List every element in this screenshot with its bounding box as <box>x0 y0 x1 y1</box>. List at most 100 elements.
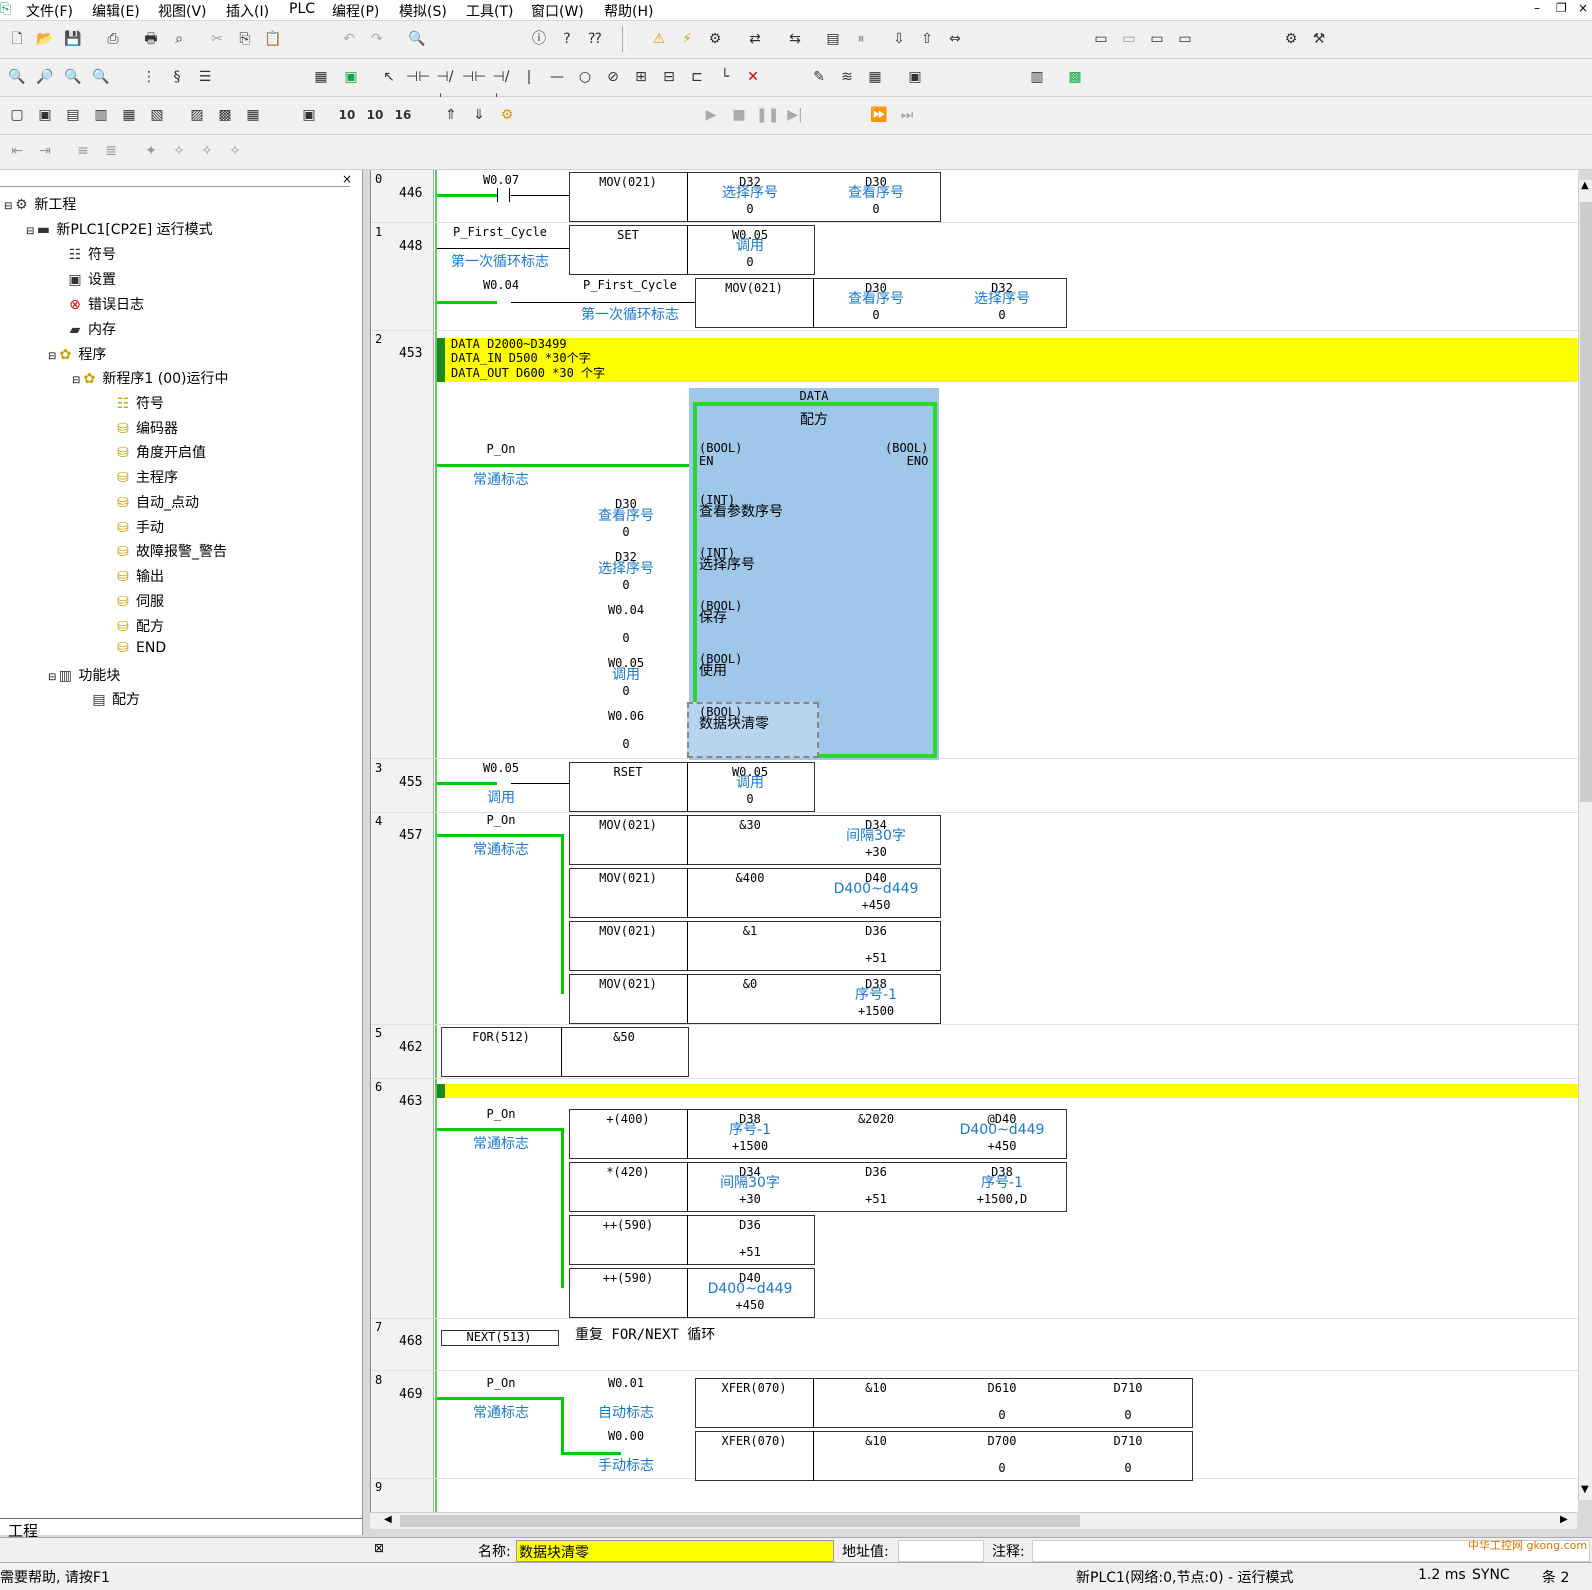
zoom-out-icon[interactable]: 🔍 <box>90 66 112 88</box>
vertical-line-icon[interactable]: | <box>518 66 540 88</box>
coil-icon[interactable]: ○ <box>574 66 596 88</box>
list-icon[interactable]: ☰ <box>194 66 216 88</box>
function-block-instance[interactable]: DATA 配方 (BOOL) EN (BOOL) ENO (INT) 查看参数序号 … <box>687 388 939 760</box>
pause-sim-icon[interactable]: ❚❚ <box>756 104 779 126</box>
line-end-icon[interactable]: └ <box>714 66 736 88</box>
indent-icon[interactable]: ⇤ <box>6 140 28 162</box>
pause-icon[interactable]: ⏸ <box>850 28 872 50</box>
global-symbols-icon[interactable]: ▩ <box>214 104 236 126</box>
help-icon[interactable]: ? <box>556 28 578 50</box>
print-preview-icon[interactable]: ⎙ <box>102 28 124 50</box>
layers-icon[interactable]: ≋ <box>836 66 858 88</box>
symbol-icon[interactable]: § <box>166 66 188 88</box>
save-icon[interactable]: 💾 <box>62 28 84 50</box>
print-icon[interactable]: 🖶 <box>140 28 162 50</box>
settings-icon[interactable]: ⚙ <box>1280 28 1302 50</box>
hex-icon[interactable]: 16 <box>392 104 414 126</box>
calendar-icon[interactable]: ▦ <box>864 66 886 88</box>
tree-section[interactable]: ☷ 符号 <box>114 393 164 413</box>
tree-section[interactable]: ⛁ 故障报警_警告 <box>114 541 227 561</box>
run-icon[interactable]: ▶ <box>700 104 722 126</box>
align-icon[interactable]: ≡ <box>72 140 94 162</box>
undo-icon[interactable]: ↶ <box>338 28 360 50</box>
scroll-left-icon[interactable]: ◀ <box>384 1514 392 1525</box>
horizontal-line-icon[interactable]: — <box>546 66 568 88</box>
bookmark-prev-icon[interactable]: ✧ <box>196 140 218 162</box>
scroll-thumb[interactable] <box>400 1515 1080 1527</box>
close-icon[interactable]: ⊠ <box>374 1541 384 1555</box>
menu-simulate[interactable]: 模拟(S) <box>399 1 447 21</box>
menu-plc[interactable]: PLC <box>289 1 315 17</box>
menu-file[interactable]: 文件(F) <box>26 1 73 21</box>
compare-icon[interactable]: ⇔ <box>944 28 966 50</box>
scroll-down-icon[interactable]: ▼ <box>1581 1484 1589 1495</box>
contact[interactable] <box>509 188 510 202</box>
error-check-icon[interactable]: ⚡ <box>676 28 698 50</box>
transfer-icon[interactable]: ⇆ <box>784 28 806 50</box>
align2-icon[interactable]: ≣ <box>100 140 122 162</box>
watch-window-icon[interactable]: ▤ <box>62 104 84 126</box>
find-icon[interactable]: 🔍 <box>406 28 428 50</box>
grid-icon[interactable]: ⋮ <box>138 66 160 88</box>
close-icon[interactable]: × <box>1578 1 1588 15</box>
menu-help[interactable]: 帮助(H) <box>604 1 653 21</box>
compile-icon[interactable]: ⚙ <box>704 28 726 50</box>
decimal-icon[interactable]: 10 <box>336 104 358 126</box>
new-icon[interactable]: 🗋 <box>6 28 28 50</box>
minimize-icon[interactable]: – <box>1534 1 1540 15</box>
transfer-to-plc-icon[interactable]: ⇑ <box>440 104 462 126</box>
tree-close-icon[interactable]: × <box>342 172 352 186</box>
tree-memory[interactable]: ▰ 内存 <box>66 319 116 339</box>
scroll-right-icon[interactable]: ▶ <box>1560 1514 1568 1525</box>
vertical-scrollbar[interactable]: ▲ ▼ <box>1578 180 1592 1500</box>
tree-section[interactable]: ⛁ 自动_点动 <box>114 492 199 512</box>
menu-insert[interactable]: 插入(I) <box>226 1 269 21</box>
mode-debug-icon[interactable]: ▭ <box>1118 28 1140 50</box>
warning-icon[interactable]: ⚠ <box>648 28 670 50</box>
address-ref-icon[interactable]: ▦ <box>118 104 140 126</box>
tree-section[interactable]: ⛁ 编码器 <box>114 418 178 438</box>
output-window-icon[interactable]: ▣ <box>34 104 56 126</box>
scroll-thumb[interactable] <box>1580 202 1592 802</box>
tree-section[interactable]: ⛁ 主程序 <box>114 467 178 487</box>
data-trace-icon[interactable]: ▩ <box>1064 66 1086 88</box>
contact-or-nc-icon[interactable]: ⊣/⊢ <box>490 66 512 107</box>
tree-section[interactable]: ⛁ 角度开启值 <box>114 442 206 462</box>
monitor-icon[interactable]: ▤ <box>822 28 844 50</box>
coil-nc-icon[interactable]: ⊘ <box>602 66 624 88</box>
address-field[interactable] <box>898 1540 984 1562</box>
signed-decimal-icon[interactable]: 10 <box>364 104 386 126</box>
mode-run-icon[interactable]: ▭ <box>1174 28 1196 50</box>
contact-nc-icon[interactable]: ⊣/⊢ <box>434 66 456 107</box>
bookmark-icon[interactable]: ✦ <box>140 140 162 162</box>
tree-function-blocks[interactable]: ⊟ ▥ 功能块 <box>48 665 120 685</box>
tree-fb-item[interactable]: ▤ 配方 <box>90 689 140 709</box>
properties-icon[interactable]: ▧ <box>146 104 168 126</box>
scroll-up-icon[interactable]: ▲ <box>1581 180 1589 191</box>
tree-section[interactable]: ⛁ 手动 <box>114 517 164 537</box>
tree-section[interactable]: ⛁ 输出 <box>114 566 164 586</box>
bookmark-next-icon[interactable]: ✧ <box>168 140 190 162</box>
tree-settings[interactable]: ▣ 设置 <box>66 269 116 289</box>
contact[interactable] <box>497 188 498 202</box>
select-icon[interactable]: ↖ <box>378 66 400 88</box>
contact-no-icon[interactable]: ⊣⊢ <box>406 66 430 88</box>
mode-program-icon[interactable]: ▭ <box>1090 28 1112 50</box>
restore-icon[interactable]: ❐ <box>1556 1 1567 15</box>
force-on-icon[interactable]: ▣ <box>904 66 926 88</box>
menu-window[interactable]: 窗口(W) <box>531 1 584 21</box>
tree-project[interactable]: ⊟ ⚙ 新工程 <box>4 194 76 214</box>
contact-or-icon[interactable]: ⊣⊢ <box>462 66 486 88</box>
instruction-icon[interactable]: ⊞ <box>630 66 652 88</box>
paste-icon[interactable]: 📋 <box>262 28 284 50</box>
delete-line-icon[interactable]: ✕ <box>742 66 764 88</box>
binary-icon[interactable]: ▣ <box>298 104 320 126</box>
open-icon[interactable]: 📂 <box>34 28 56 50</box>
preview-icon[interactable]: ⌕ <box>168 28 190 50</box>
step-icon[interactable]: ▶| <box>784 104 806 126</box>
tree-program1[interactable]: ⊟ ✿ 新程序1 (00)运行中 <box>72 368 229 388</box>
project-window-icon[interactable]: ▢ <box>6 104 28 126</box>
transfer-from-plc-icon[interactable]: ⇓ <box>468 104 490 126</box>
menu-program[interactable]: 编程(P) <box>332 1 379 21</box>
tree-error-log[interactable]: ⊗ 错误日志 <box>66 294 144 314</box>
